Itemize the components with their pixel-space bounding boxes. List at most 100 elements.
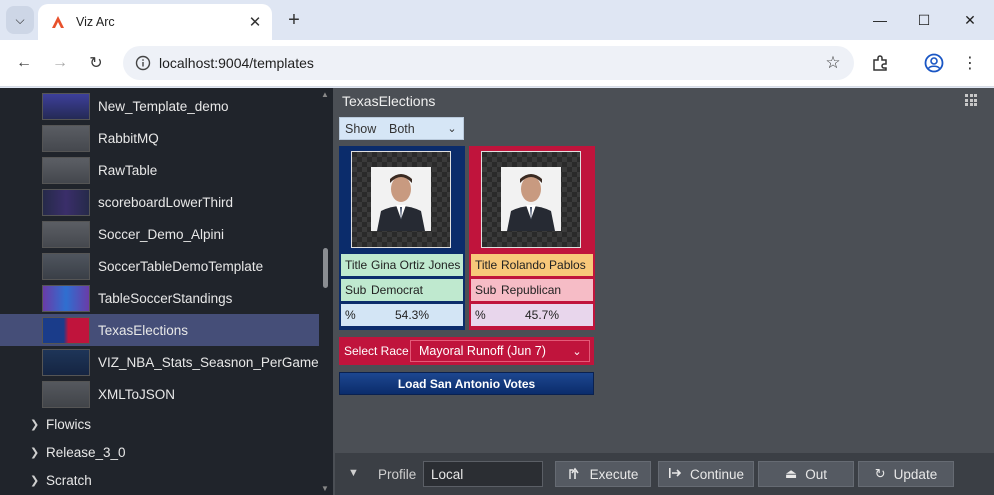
show-dropdown[interactable]: Show Both ⌄ <box>339 117 464 140</box>
profile-avatar-icon[interactable] <box>922 51 946 75</box>
update-button[interactable]: ↻ Update <box>858 461 954 487</box>
template-thumbnail <box>42 381 90 408</box>
chevron-down-icon: ⌵ <box>15 12 25 27</box>
candidate-photo <box>371 167 431 231</box>
load-votes-button[interactable]: Load San Antonio Votes <box>339 372 594 395</box>
forward-button[interactable]: → <box>47 50 73 76</box>
scroll-up-icon[interactable]: ▲ <box>321 90 329 99</box>
title-field[interactable]: Title Gina Ortiz Jones <box>341 254 463 276</box>
field-label: % <box>475 308 486 322</box>
template-thumbnail <box>42 221 90 248</box>
profile-input[interactable]: Local <box>423 461 543 487</box>
template-label: TableSoccerStandings <box>98 290 233 306</box>
template-item-selected[interactable]: TexasElections <box>0 314 319 346</box>
field-label: % <box>345 308 356 322</box>
scroll-down-icon[interactable]: ▼ <box>321 484 329 493</box>
minimize-button[interactable]: — <box>860 6 900 34</box>
candidate-card-republican: Title Rolando Pablos Sub Republican % 45… <box>469 146 595 330</box>
template-item[interactable]: RabbitMQ <box>0 122 319 154</box>
back-button[interactable]: ← <box>11 50 37 76</box>
site-info-icon[interactable] <box>133 53 153 73</box>
folder-scratch[interactable]: ❯ Scratch <box>0 466 319 494</box>
template-thumbnail <box>42 189 90 216</box>
collapse-chevron-icon[interactable]: ▼ <box>348 467 359 479</box>
chevron-right-icon[interactable]: ❯ <box>30 474 39 487</box>
viz-arc-logo-icon <box>50 14 66 30</box>
template-thumbnail <box>42 349 90 376</box>
candidate-photo-frame[interactable] <box>481 151 581 248</box>
template-item[interactable]: VIZ_NBA_Stats_Seasnon_PerGame <box>0 346 319 378</box>
percent-input[interactable]: 54.3% <box>371 308 463 322</box>
address-bar[interactable]: localhost:9004/templates ☆ <box>123 46 854 80</box>
chevron-down-icon: ⌄ <box>572 345 582 358</box>
sub-field[interactable]: Sub Republican <box>471 279 593 301</box>
continue-button[interactable]: Continue <box>658 461 754 487</box>
field-label: Sub <box>345 283 367 297</box>
out-label: Out <box>805 466 828 482</box>
race-dropdown[interactable]: Mayoral Runoff (Jun 7) ⌄ <box>410 340 590 362</box>
template-thumbnail <box>42 125 90 152</box>
viz-arc-app: New_Template_demo RabbitMQ RawTable scor… <box>0 88 994 495</box>
tab-title: Viz Arc <box>76 15 115 29</box>
field-label: Title <box>345 258 368 272</box>
tab-search-button[interactable]: ⌵ <box>6 6 34 34</box>
out-button[interactable]: ⏏ Out <box>758 461 854 487</box>
grid-menu-icon[interactable] <box>965 94 977 106</box>
execute-icon <box>568 466 582 483</box>
eject-icon: ⏏ <box>784 466 798 481</box>
template-label: TexasElections <box>98 322 189 338</box>
percent-field[interactable]: % 45.7% <box>471 304 593 326</box>
template-label: Soccer_Demo_Alpini <box>98 226 225 242</box>
template-item[interactable]: Soccer_Demo_Alpini <box>0 218 319 250</box>
browser-toolbar: ← → ↻ localhost:9004/templates ☆ ⋮ <box>0 40 994 87</box>
extensions-icon[interactable] <box>868 51 892 75</box>
field-label: Title <box>475 258 498 272</box>
template-label: VIZ_NBA_Stats_Seasnon_PerGame <box>98 354 319 370</box>
template-label: RabbitMQ <box>98 130 159 146</box>
template-item[interactable]: RawTable <box>0 154 319 186</box>
template-thumbnail <box>42 317 90 344</box>
close-tab-icon[interactable]: ✕ <box>244 11 266 33</box>
template-item[interactable]: XMLToJSON <box>0 378 319 410</box>
continue-label: Continue <box>689 466 745 482</box>
template-label: SoccerTableDemoTemplate <box>98 258 264 274</box>
chevron-right-icon[interactable]: ❯ <box>30 446 39 459</box>
race-value: Mayoral Runoff (Jun 7) <box>419 344 546 358</box>
title-input[interactable]: Rolando Pablos <box>501 258 593 272</box>
template-item[interactable]: scoreboardLowerThird <box>0 186 319 218</box>
new-tab-button[interactable]: + <box>282 8 306 32</box>
continue-icon <box>668 466 682 483</box>
update-label: Update <box>893 466 938 482</box>
scrollbar-thumb[interactable] <box>323 248 328 288</box>
candidate-photo-frame[interactable] <box>351 151 451 248</box>
title-input[interactable]: Gina Ortiz Jones <box>371 258 463 272</box>
chevron-right-icon[interactable]: ❯ <box>30 418 39 431</box>
browser-menu-icon[interactable]: ⋮ <box>958 51 982 75</box>
percent-field[interactable]: % 54.3% <box>341 304 463 326</box>
panel-title: TexasElections <box>342 93 436 109</box>
sub-input[interactable]: Democrat <box>371 283 463 297</box>
browser-tab[interactable]: Viz Arc ✕ <box>38 4 272 40</box>
execute-button[interactable]: Execute <box>555 461 651 487</box>
template-item[interactable]: SoccerTableDemoTemplate <box>0 250 319 282</box>
bookmark-star-icon[interactable]: ☆ <box>820 50 846 76</box>
reload-button[interactable]: ↻ <box>83 50 109 76</box>
sidebar-scrollbar[interactable] <box>319 88 333 495</box>
title-field[interactable]: Title Rolando Pablos <box>471 254 593 276</box>
sub-field[interactable]: Sub Democrat <box>341 279 463 301</box>
race-label: Select Race <box>344 344 409 358</box>
folder-release[interactable]: ❯ Release_3_0 <box>0 438 319 466</box>
action-bar: ▼ Profile Local Execute Continue ⏏ Out ↻ <box>335 453 994 495</box>
url-text[interactable]: localhost:9004/templates <box>159 55 820 71</box>
template-item[interactable]: New_Template_demo <box>0 90 319 122</box>
close-window-button[interactable]: ✕ <box>950 6 990 34</box>
template-label: New_Template_demo <box>98 98 229 114</box>
template-label: XMLToJSON <box>98 386 176 402</box>
template-item[interactable]: TableSoccerStandings <box>0 282 319 314</box>
template-label: scoreboardLowerThird <box>98 194 234 210</box>
maximize-button[interactable]: ☐ <box>904 6 944 34</box>
sub-input[interactable]: Republican <box>501 283 593 297</box>
folder-flowics[interactable]: ❯ Flowics <box>0 410 319 438</box>
candidate-photo <box>501 167 561 231</box>
percent-input[interactable]: 45.7% <box>501 308 593 322</box>
